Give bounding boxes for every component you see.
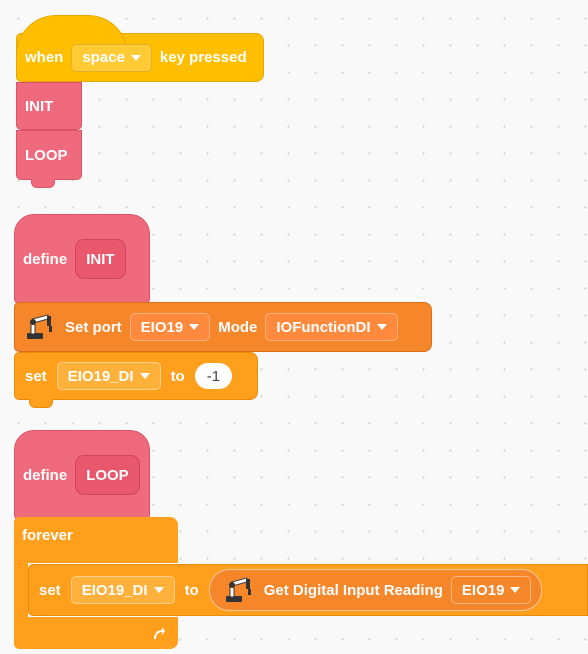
reporter-label: Get Digital Input Reading (263, 581, 443, 599)
define-loop-hat-block[interactable]: define LOOP (14, 430, 150, 520)
set-label: set (39, 581, 61, 599)
code-canvas[interactable]: { "hat": { "when": "when", "key_value": … (0, 0, 588, 654)
chevron-down-icon (376, 324, 387, 330)
mode-dropdown-value: IOFunctionDI (276, 318, 371, 336)
define-init-hat-block[interactable]: define INIT (14, 214, 150, 304)
mode-label: Mode (218, 318, 258, 336)
to-label: to (170, 367, 185, 385)
loop-call-label: LOOP (25, 146, 68, 164)
when-label: when (25, 49, 64, 66)
set-port-block[interactable]: Set port EIO19 Mode IOFunctionDI (14, 302, 432, 352)
loop-prototype[interactable]: LOOP (75, 455, 140, 495)
define-label: define (23, 250, 68, 268)
variable-dropdown-value: EIO19_DI (67, 367, 134, 385)
port-dropdown-value: EIO19 (140, 318, 184, 336)
block-notch (31, 179, 55, 188)
key-dropdown[interactable]: space (71, 43, 152, 72)
port-dropdown[interactable]: EIO19 (129, 313, 211, 341)
forever-label: forever (22, 527, 73, 544)
init-call-label: INIT (25, 97, 54, 115)
when-key-pressed-hat-block[interactable]: when space key pressed (16, 15, 264, 82)
value-input[interactable]: -1 (194, 363, 233, 389)
set-port-label: Set port (65, 318, 122, 336)
robot-arm-icon (27, 314, 52, 339)
init-prototype[interactable]: INIT (75, 239, 126, 279)
chevron-down-icon (130, 54, 141, 61)
loop-arrow-icon (154, 627, 165, 639)
variable-dropdown[interactable]: EIO19_DI (56, 362, 161, 390)
key-dropdown-value: space (82, 49, 125, 66)
chevron-down-icon (153, 587, 164, 593)
robot-arm-icon (225, 577, 251, 602)
set-variable-block[interactable]: set EIO19_DI to -1 (14, 352, 258, 408)
key-pressed-label: key pressed (159, 49, 247, 66)
chevron-down-icon (139, 373, 150, 379)
set-label: set (25, 367, 47, 385)
init-call-block[interactable]: INIT (16, 82, 82, 130)
variable-dropdown[interactable]: EIO19_DI (70, 576, 175, 604)
block-notch (29, 399, 53, 408)
chevron-down-icon (189, 324, 200, 330)
reporter-port-dropdown-value: EIO19 (461, 581, 505, 599)
set-variable-block[interactable]: set EIO19_DI to Get Digital Input Readin… (28, 564, 588, 616)
reporter-port-dropdown[interactable]: EIO19 (450, 576, 532, 604)
loop-call-block[interactable]: LOOP (16, 130, 82, 188)
init-prototype-label: INIT (86, 250, 115, 268)
chevron-down-icon (510, 587, 521, 593)
to-label: to (184, 581, 199, 599)
variable-dropdown-value: EIO19_DI (81, 581, 148, 599)
mode-dropdown[interactable]: IOFunctionDI (265, 313, 398, 341)
define-label: define (23, 466, 68, 484)
digital-input-reporter[interactable]: Get Digital Input Reading EIO19 (208, 569, 543, 611)
loop-prototype-label: LOOP (86, 466, 129, 484)
